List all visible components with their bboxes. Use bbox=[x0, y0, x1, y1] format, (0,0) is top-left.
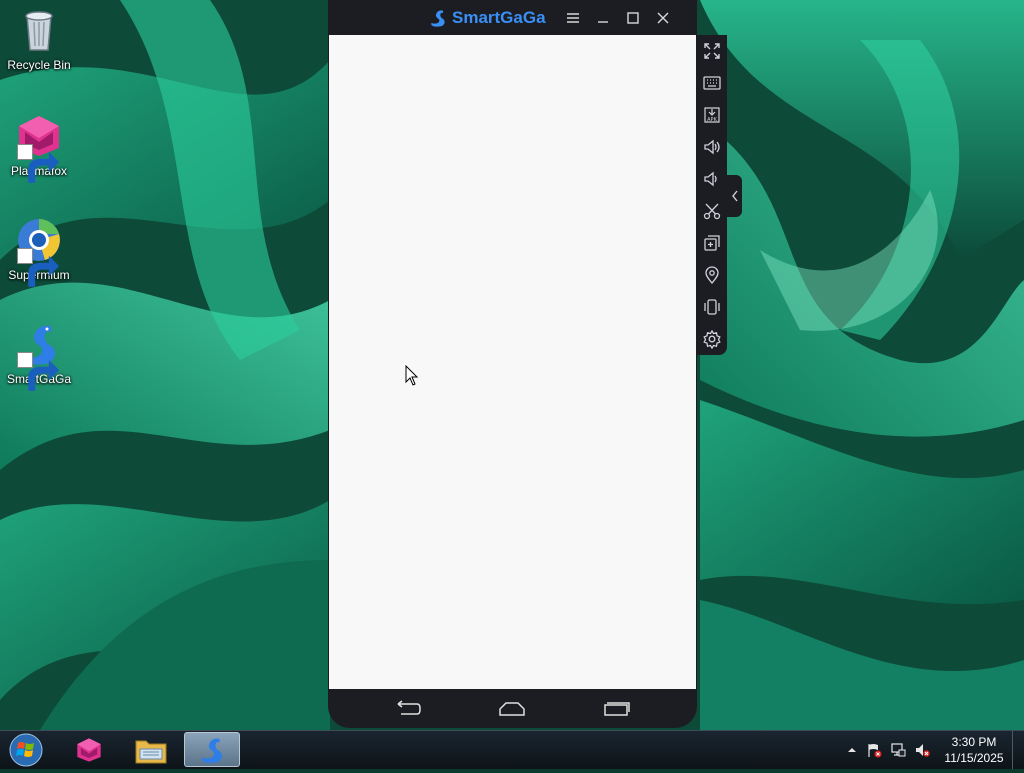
android-navbar bbox=[328, 689, 697, 728]
desktop-icon-label: Recycle Bin bbox=[7, 58, 71, 72]
supermium-icon bbox=[15, 216, 63, 287]
maximize-button[interactable] bbox=[623, 8, 643, 28]
close-button[interactable] bbox=[653, 8, 673, 28]
home-button[interactable] bbox=[497, 699, 527, 719]
show-hidden-icons-button[interactable] bbox=[844, 742, 860, 758]
screenshot-button[interactable] bbox=[700, 199, 724, 223]
location-icon bbox=[705, 266, 719, 285]
volume-down-icon bbox=[704, 171, 717, 187]
keyboard-icon bbox=[703, 76, 721, 90]
install-apk-button[interactable]: APK bbox=[700, 103, 724, 127]
android-screen[interactable] bbox=[329, 35, 696, 689]
mouse-cursor-icon bbox=[405, 365, 419, 386]
taskbar-item-file-explorer[interactable] bbox=[123, 732, 179, 767]
multi-instance-button[interactable] bbox=[700, 231, 724, 255]
smartgaga-logo-icon bbox=[431, 10, 445, 27]
shortcut-arrow-icon bbox=[17, 144, 60, 183]
smartgaga-window: SmartGaGa bbox=[328, 0, 697, 728]
desktop-icon-smartgaga[interactable]: SmartGaGa bbox=[1, 320, 77, 391]
menu-icon bbox=[567, 13, 579, 23]
install-apk-icon: APK bbox=[704, 107, 720, 123]
file-explorer-icon bbox=[135, 740, 167, 763]
window-logo: SmartGaGa bbox=[428, 8, 546, 28]
settings-icon bbox=[703, 329, 721, 349]
location-button[interactable] bbox=[700, 263, 724, 287]
recycle-bin-icon bbox=[15, 6, 63, 54]
desktop-icon-recycle-bin[interactable]: Recycle Bin bbox=[1, 6, 77, 72]
close-icon bbox=[657, 12, 669, 24]
keyboard-button[interactable] bbox=[700, 71, 724, 95]
action-center-flag-icon bbox=[868, 744, 882, 758]
back-button[interactable] bbox=[393, 699, 423, 719]
window-titlebar[interactable]: SmartGaGa bbox=[328, 0, 697, 35]
home-icon bbox=[499, 702, 525, 716]
volume-muted-icon bbox=[916, 744, 930, 757]
fullscreen-icon bbox=[704, 43, 720, 59]
back-icon bbox=[397, 700, 421, 715]
shake-icon bbox=[704, 299, 720, 315]
recents-icon bbox=[604, 702, 630, 716]
volume-down-button[interactable] bbox=[700, 167, 724, 191]
shortcut-arrow-icon bbox=[17, 248, 60, 287]
taskbar-item-smartgaga[interactable] bbox=[184, 732, 240, 767]
screenshot-scissors-icon bbox=[703, 203, 721, 220]
settings-button[interactable] bbox=[700, 327, 724, 351]
minimize-button[interactable] bbox=[593, 8, 613, 28]
start-button[interactable] bbox=[6, 732, 46, 768]
volume-up-button[interactable] bbox=[700, 135, 724, 159]
plasmafox-icon bbox=[15, 112, 63, 183]
network-icon bbox=[891, 743, 906, 757]
windows-start-icon bbox=[9, 733, 43, 767]
desktop-icon-supermium[interactable]: Supermium bbox=[1, 216, 77, 287]
smartgaga-icon bbox=[201, 738, 222, 763]
chevron-left-icon bbox=[731, 190, 738, 202]
toolbar-collapse-button[interactable] bbox=[727, 175, 742, 217]
shake-button[interactable] bbox=[700, 295, 724, 319]
taskbar-clock[interactable]: 3:30 PM 11/15/2025 bbox=[936, 734, 1012, 766]
plasmafox-icon bbox=[77, 737, 101, 762]
desktop-icon-plasmafox[interactable]: Plasmafox bbox=[1, 112, 77, 183]
recents-button[interactable] bbox=[601, 699, 631, 719]
minimize-icon bbox=[598, 21, 608, 23]
shortcut-arrow-icon bbox=[17, 352, 60, 391]
menu-button[interactable] bbox=[563, 8, 583, 28]
apk-label: APK bbox=[707, 117, 717, 123]
network-button[interactable] bbox=[890, 742, 906, 758]
window-title: SmartGaGa bbox=[452, 8, 546, 27]
taskbar: 3:30 PM 11/15/2025 bbox=[0, 730, 1024, 769]
show-hidden-icons-icon bbox=[848, 748, 856, 752]
taskbar-item-plasmafox[interactable] bbox=[61, 732, 117, 767]
fullscreen-button[interactable] bbox=[700, 39, 724, 63]
emulator-side-toolbar: APK bbox=[697, 35, 727, 355]
volume-button[interactable] bbox=[914, 742, 930, 758]
show-desktop-button[interactable] bbox=[1012, 731, 1024, 769]
multi-instance-icon bbox=[704, 235, 720, 251]
volume-up-icon bbox=[704, 139, 720, 155]
maximize-icon bbox=[627, 12, 639, 24]
action-center-button[interactable] bbox=[866, 742, 882, 758]
clock-time: 3:30 PM bbox=[951, 735, 997, 749]
smartgaga-icon bbox=[15, 320, 63, 391]
clock-date: 11/15/2025 bbox=[944, 751, 1004, 765]
